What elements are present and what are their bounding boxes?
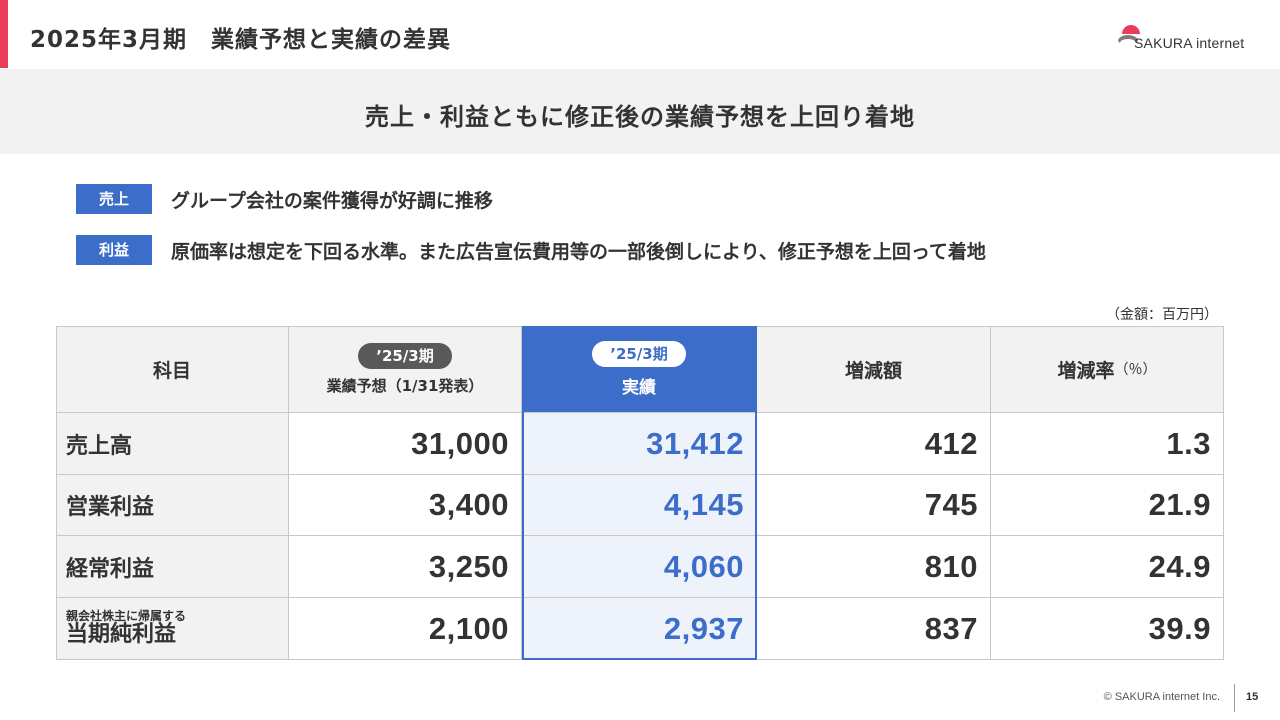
- diff-value: 412: [757, 413, 991, 475]
- actual-value: 4,145: [522, 475, 757, 536]
- row-label: 経常利益: [66, 556, 155, 582]
- point-text: 原価率は想定を下回る水準。また広告宣伝費用等の一部後倒しにより、修正予想を上回っ…: [171, 241, 986, 263]
- forecast-value: 3,250: [289, 536, 522, 598]
- diff-value: 837: [757, 598, 991, 660]
- rate-value: 24.9: [991, 536, 1224, 598]
- point-text: グループ会社の案件獲得が好調に推移: [171, 190, 493, 212]
- title-accent-bar: [0, 0, 8, 68]
- header-rate-label: 増減率: [1057, 359, 1115, 382]
- point-tag: 利益: [76, 235, 152, 265]
- actual-value: 2,937: [522, 598, 757, 660]
- forecast-value: 2,100: [289, 598, 522, 660]
- point-tag: 売上: [76, 184, 152, 214]
- header-forecast: ’25/3期 業績予想（1/31発表）: [289, 326, 522, 413]
- row-label-sales: 売上高: [56, 413, 289, 475]
- row-label: 営業利益: [66, 495, 155, 520]
- header-diff: 増減額: [757, 326, 991, 413]
- rate-value: 21.9: [991, 475, 1224, 536]
- row-label-ordinary-profit: 経常利益: [56, 536, 289, 598]
- row-label-operating-profit: 営業利益: [56, 475, 289, 536]
- actual-label: 実績: [622, 377, 656, 398]
- row-label: 売上高: [66, 433, 133, 459]
- page-number: 15: [1246, 691, 1259, 703]
- header-actual: ’25/3期 実績: [522, 326, 757, 413]
- header-item-label: 科目: [152, 359, 191, 382]
- footer-copyright: © SAKURA internet Inc.: [1103, 691, 1220, 703]
- actual-value: 31,412: [522, 413, 757, 475]
- actual-value: 4,060: [522, 536, 757, 598]
- diff-value: 745: [757, 475, 991, 536]
- rate-value: 39.9: [991, 598, 1224, 660]
- row-label: 当期純利益: [66, 622, 177, 647]
- footer-divider: [1234, 684, 1235, 712]
- forecast-label: 業績予想（1/31発表）: [326, 376, 484, 395]
- banner-text: 売上・利益ともに修正後の業績予想を上回り着地: [365, 103, 915, 131]
- page-title: 2025年3月期 業績予想と実績の差異: [30, 27, 452, 53]
- forecast-value: 31,000: [289, 413, 522, 475]
- company-logo: SAKURA internet: [1116, 24, 1256, 54]
- diff-value: 810: [757, 536, 991, 598]
- logo-text: SAKURA internet: [1134, 35, 1245, 51]
- actual-period-pill: ’25/3期: [592, 340, 686, 367]
- header-rate-unit: （％）: [1114, 362, 1157, 378]
- header-diff-label: 増減額: [844, 359, 902, 382]
- header-item: 科目: [56, 326, 289, 413]
- forecast-period-pill: ’25/3期: [358, 342, 452, 369]
- forecast-value: 3,400: [289, 475, 522, 536]
- header-rate: 増減率 （％）: [991, 326, 1224, 413]
- summary-banner: 売上・利益ともに修正後の業績予想を上回り着地: [0, 69, 1280, 154]
- unit-note: （金額：百万円）: [1106, 307, 1218, 323]
- rate-value: 1.3: [991, 413, 1224, 475]
- row-label-net-income: 親会社株主に帰属する 当期純利益: [56, 598, 289, 660]
- results-table: 科目 ’25/3期 業績予想（1/31発表） ’25/3期 実績 増減額 増減率…: [56, 326, 1224, 660]
